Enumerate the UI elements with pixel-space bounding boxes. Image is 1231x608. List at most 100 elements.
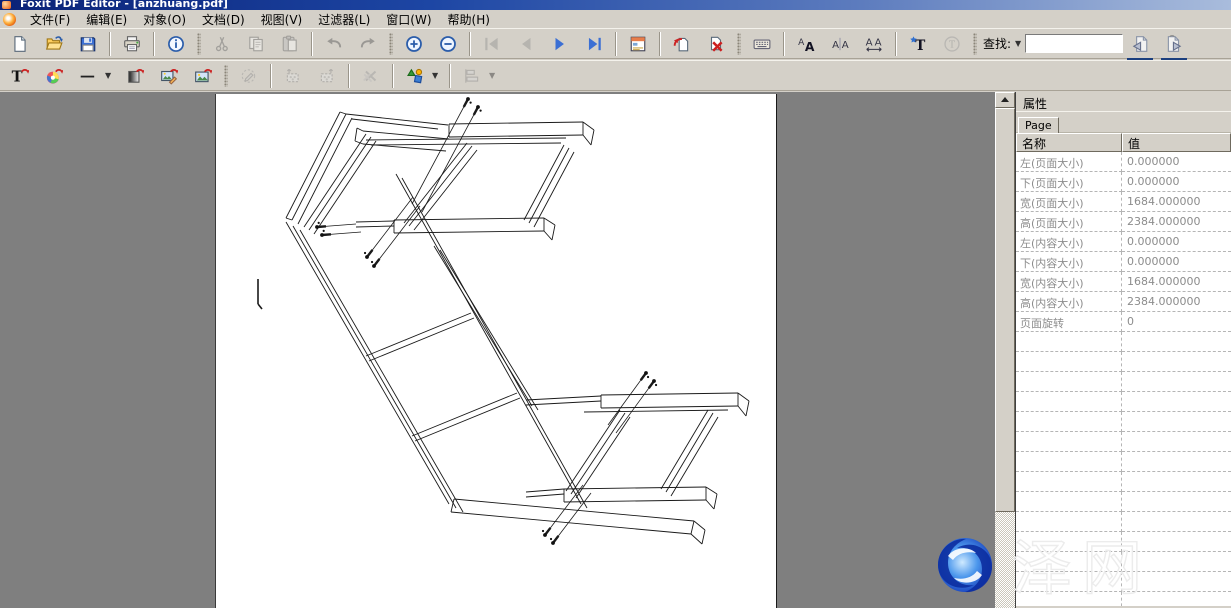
vertical-scrollbar[interactable] (995, 92, 1015, 608)
toolbar-drag-handle[interactable] (973, 33, 977, 55)
property-value[interactable]: 1684.000000 (1122, 192, 1231, 212)
print-button[interactable] (119, 31, 145, 57)
property-value (1122, 352, 1231, 372)
scrollbar-thumb[interactable] (995, 108, 1015, 512)
previous-page-button (513, 31, 539, 57)
menu-item-window[interactable]: 窗口(W) (378, 10, 439, 29)
menu-bar: 文件(F)编辑(E)对象(O)文档(D)视图(V)过滤器(L)窗口(W)帮助(H… (0, 10, 1231, 29)
isometric-frame-drawing (216, 94, 774, 608)
menu-item-view[interactable]: 视图(V) (253, 10, 311, 29)
grid-header: 名称 值 (1016, 133, 1231, 152)
property-name: 下(页面大小) (1016, 172, 1122, 192)
property-value[interactable]: 2384.000000 (1122, 292, 1231, 312)
zoom-out-button[interactable] (435, 31, 461, 57)
edit-image-button[interactable] (156, 63, 182, 89)
open-file-button[interactable] (41, 31, 67, 57)
font-replace-button[interactable]: AA (793, 31, 819, 57)
page-layout-button[interactable] (625, 31, 651, 57)
toolbar-drag-handle[interactable] (197, 33, 201, 55)
menu-item-object[interactable]: 对象(O) (135, 10, 194, 29)
property-row[interactable]: 下(页面大小)0.000000 (1016, 172, 1231, 192)
add-text-button[interactable]: T (905, 31, 931, 57)
find-history-dropdown-icon[interactable]: ▼ (1015, 39, 1021, 48)
add-image-button[interactable] (190, 63, 216, 89)
property-name (1016, 412, 1122, 432)
shapes-button[interactable] (402, 63, 428, 89)
add-color-object-button[interactable] (41, 63, 67, 89)
find-previous-button[interactable] (1127, 31, 1153, 57)
property-value (1122, 572, 1231, 592)
toolbar-separator (153, 32, 155, 56)
property-name: 宽(内容大小) (1016, 272, 1122, 292)
property-row[interactable]: 高(页面大小)2384.000000 (1016, 212, 1231, 232)
property-row-empty (1016, 532, 1231, 552)
last-page-button[interactable] (581, 31, 607, 57)
property-row[interactable]: 下(内容大小)0.000000 (1016, 252, 1231, 272)
toolbar-drag-handle[interactable] (389, 33, 393, 55)
delete-page-button[interactable] (703, 31, 729, 57)
property-value[interactable]: 2384.000000 (1122, 212, 1231, 232)
property-value[interactable]: 0.000000 (1122, 252, 1231, 272)
new-document-button[interactable] (7, 31, 33, 57)
svg-text:T: T (949, 40, 955, 50)
insert-page-button[interactable] (669, 31, 695, 57)
property-value (1122, 512, 1231, 532)
property-row[interactable]: 左(内容大小)0.000000 (1016, 232, 1231, 252)
toolbar-separator (348, 64, 350, 88)
toolbar-drag-handle[interactable] (224, 65, 228, 87)
property-row[interactable]: 宽(页面大小)1684.000000 (1016, 192, 1231, 212)
menu-item-file[interactable]: 文件(F) (22, 10, 78, 29)
property-name (1016, 592, 1122, 606)
property-value[interactable]: 0.000000 (1122, 232, 1231, 252)
property-value (1122, 432, 1231, 452)
toolbar-drag-handle[interactable] (737, 33, 741, 55)
property-name (1016, 452, 1122, 472)
find-next-button[interactable] (1161, 31, 1187, 57)
font-kerning-button[interactable]: AA (827, 31, 853, 57)
dropdown-arrow-icon[interactable]: ▼ (105, 71, 116, 80)
property-value (1122, 332, 1231, 352)
text-mode-button: T (939, 31, 965, 57)
bring-forward-button (280, 63, 306, 89)
property-row[interactable]: 高(内容大小)2384.000000 (1016, 292, 1231, 312)
property-row[interactable]: 宽(内容大小)1684.000000 (1016, 272, 1231, 292)
menu-item-filter[interactable]: 过滤器(L) (310, 10, 378, 29)
property-row-empty (1016, 352, 1231, 372)
dropdown-arrow-icon[interactable]: ▼ (432, 71, 443, 80)
add-shading-button[interactable] (122, 63, 148, 89)
find-input[interactable] (1025, 34, 1123, 53)
property-row-empty (1016, 432, 1231, 452)
virtual-keyboard-button[interactable] (749, 31, 775, 57)
column-header-value[interactable]: 值 (1122, 133, 1231, 152)
add-text-object-button[interactable]: T (7, 63, 33, 89)
column-header-name[interactable]: 名称 (1016, 133, 1122, 152)
document-page[interactable] (215, 94, 777, 608)
property-value[interactable]: 0.000000 (1122, 152, 1231, 172)
property-value[interactable]: 1684.000000 (1122, 272, 1231, 292)
property-row[interactable]: 页面旋转0 (1016, 312, 1231, 332)
property-name (1016, 432, 1122, 452)
next-page-button[interactable] (547, 31, 573, 57)
properties-grid: 名称 值 左(页面大小)0.000000下(页面大小)0.000000宽(页面大… (1016, 133, 1231, 606)
property-value (1122, 372, 1231, 392)
font-spacing-button[interactable]: AA (861, 31, 887, 57)
toolbar-separator (109, 32, 111, 56)
menu-item-document[interactable]: 文档(D) (194, 10, 253, 29)
save-button[interactable] (75, 31, 101, 57)
zoom-in-button[interactable] (401, 31, 427, 57)
property-row[interactable]: 左(页面大小)0.000000 (1016, 152, 1231, 172)
menu-item-edit[interactable]: 编辑(E) (78, 10, 135, 29)
line-style-button[interactable] (75, 63, 101, 89)
menu-item-help[interactable]: 帮助(H) (440, 10, 498, 29)
document-info-button[interactable] (163, 31, 189, 57)
property-value[interactable]: 0.000000 (1122, 172, 1231, 192)
svg-text:A: A (875, 37, 882, 48)
toolbar-separator (895, 32, 897, 56)
toolbar-separator (783, 32, 785, 56)
toolbar-separator (659, 32, 661, 56)
dropdown-arrow-icon[interactable]: ▼ (489, 71, 500, 80)
tab-page[interactable]: Page (1018, 117, 1059, 134)
scroll-up-button[interactable] (995, 92, 1015, 108)
property-value[interactable]: 0 (1122, 312, 1231, 332)
panel-title: 属性 (1016, 92, 1231, 112)
